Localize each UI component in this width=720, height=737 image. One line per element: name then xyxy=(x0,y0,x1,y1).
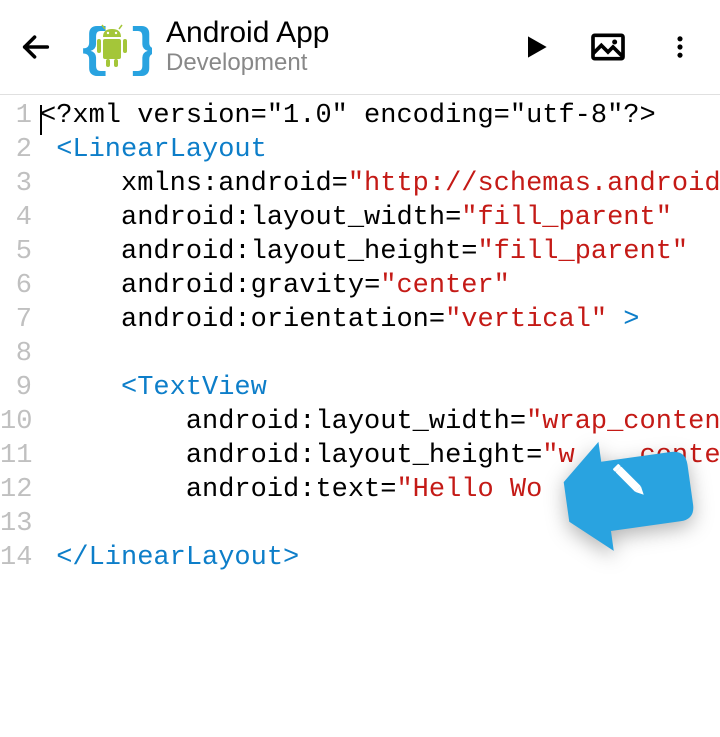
arrow-back-icon xyxy=(19,30,53,64)
line-number: 8 xyxy=(0,337,32,371)
toolbar: { } Android App Development xyxy=(0,0,720,95)
line-number: 1 xyxy=(0,99,32,133)
toolbar-actions xyxy=(512,23,708,71)
app-title: Android App xyxy=(166,16,504,49)
code-line[interactable]: android:gravity="center" xyxy=(40,269,720,303)
code-line[interactable]: <TextView xyxy=(40,371,720,405)
line-number: 4 xyxy=(0,201,32,235)
image-icon xyxy=(588,27,628,67)
back-button[interactable] xyxy=(12,23,60,71)
code-line[interactable]: android:layout_height="fill_parent" xyxy=(40,235,720,269)
line-number: 5 xyxy=(0,235,32,269)
app-subtitle: Development xyxy=(166,49,504,78)
title-block: Android App Development xyxy=(166,16,504,78)
code-line[interactable]: android:layout_width="fill_parent" xyxy=(40,201,720,235)
line-number: 6 xyxy=(0,269,32,303)
line-number: 11 xyxy=(0,439,32,473)
code-line[interactable]: <LinearLayout xyxy=(40,133,720,167)
line-number: 7 xyxy=(0,303,32,337)
line-number: 3 xyxy=(0,167,32,201)
line-number: 2 xyxy=(0,133,32,167)
code-line[interactable]: android:orientation="vertical" > xyxy=(40,303,720,337)
code-line[interactable] xyxy=(40,337,720,371)
svg-text:}: } xyxy=(128,21,152,82)
line-number: 12 xyxy=(0,473,32,507)
line-number: 14 xyxy=(0,541,32,575)
more-button[interactable] xyxy=(656,23,704,71)
line-number-gutter: 1234567891011121314 xyxy=(0,99,40,575)
line-number: 10 xyxy=(0,405,32,439)
edit-fab[interactable] xyxy=(536,430,696,560)
app-logo-icon: { } xyxy=(72,7,152,87)
code-line[interactable]: xmlns:android="http://schemas.android. xyxy=(40,167,720,201)
line-number: 9 xyxy=(0,371,32,405)
play-icon xyxy=(520,31,552,63)
image-button[interactable] xyxy=(584,23,632,71)
more-vertical-icon xyxy=(666,33,694,61)
run-button[interactable] xyxy=(512,23,560,71)
code-line[interactable]: <?xml version="1.0" encoding="utf-8"?> xyxy=(40,99,720,133)
line-number: 13 xyxy=(0,507,32,541)
